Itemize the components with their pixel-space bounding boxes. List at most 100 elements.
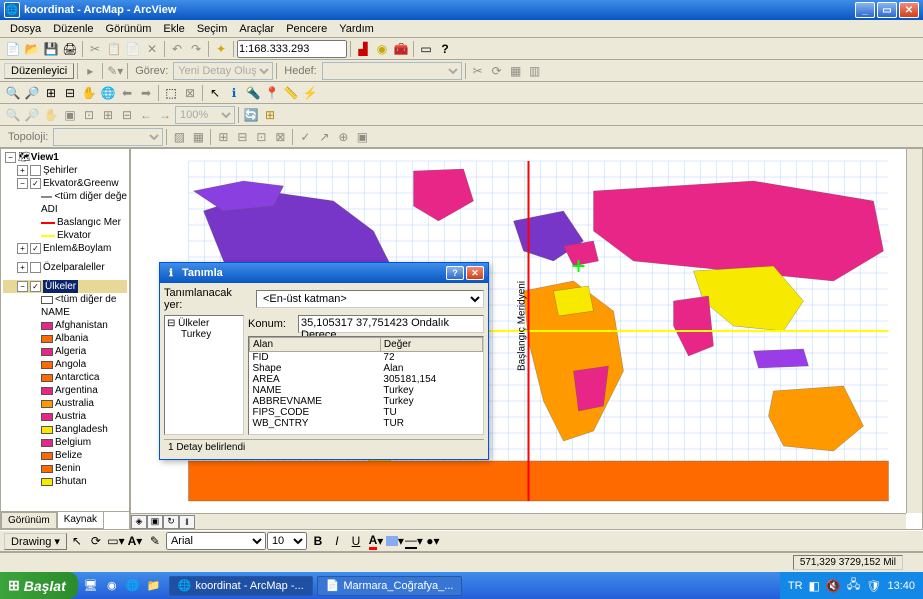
ql-icon[interactable]: 🌐 [124,577,142,595]
identify-tree[interactable]: ⊟ Ülkeler Turkey [164,315,244,435]
menu-help[interactable]: Yardım [333,22,380,36]
layout-pan[interactable]: ✋ [42,106,60,124]
identify-dialog-titlebar[interactable]: ℹ Tanımla ? ✕ [160,263,488,283]
arctoolbox-button[interactable]: 🧰 [392,40,410,58]
toc-sym[interactable]: Belize [3,449,127,462]
fill-color-button[interactable]: ▾ [386,532,404,550]
layout-fixed-out[interactable]: ⊟ [118,106,136,124]
clock[interactable]: 13:40 [887,580,915,592]
topo-btn-1[interactable]: ▨ [170,128,188,146]
identify-grid[interactable]: AlanDeğer FID72 ShapeAlan AREA305181,154… [248,336,484,435]
menu-window[interactable]: Pencere [280,22,333,36]
toc-sym[interactable]: Bangladesh [3,423,127,436]
toc-layer-sehirler[interactable]: + Şehirler [3,164,127,177]
tab-display[interactable]: Görünüm [1,512,57,529]
ql-icon[interactable]: 📁 [145,577,163,595]
toc-sym[interactable]: <tüm diğer de [3,293,127,306]
clear-selection-button[interactable]: ⊠ [181,84,199,102]
open-button[interactable]: 📂 [23,40,41,58]
measure-button[interactable]: 📏 [282,84,300,102]
cut-button[interactable]: ✂ [86,40,104,58]
delete-button[interactable]: ✕ [143,40,161,58]
split-button[interactable]: ✂ [469,62,487,80]
tray-icon[interactable]: ◧ [809,579,820,593]
toc-sym[interactable]: Australia [3,397,127,410]
identify-button[interactable]: ℹ [225,84,243,102]
identify-close-button[interactable]: ✕ [466,266,484,280]
toc-sym[interactable]: Antarctica [3,371,127,384]
full-extent-button[interactable]: 🌐 [99,84,117,102]
rotate-tool[interactable]: ⟳ [87,532,105,550]
menu-tools[interactable]: Araçlar [233,22,280,36]
redo-button[interactable]: ↷ [187,40,205,58]
system-tray[interactable]: TR ◧ 🔇 🖧 🛡 13:40 [780,572,923,599]
sketch-props-button[interactable]: ▥ [526,62,544,80]
topo-btn-8[interactable]: ↗ [315,128,333,146]
layout-fixed-in[interactable]: ⊞ [99,106,117,124]
task-combo[interactable]: Yeni Detay Oluştur [173,62,273,80]
go-to-xy-button[interactable]: 📍 [263,84,281,102]
attributes-button[interactable]: ▦ [507,62,525,80]
italic-button[interactable]: I [328,532,346,550]
editor-label[interactable]: Düzenleyici [4,63,74,79]
edit-vertices-tool[interactable]: ✎ [146,532,164,550]
size-combo[interactable]: 10 [267,532,307,550]
data-frame-button[interactable]: ⊞ [261,106,279,124]
rectangle-tool[interactable]: ▭▾ [107,532,125,550]
scale-input[interactable] [237,40,347,58]
pan-button[interactable]: ✋ [80,84,98,102]
identify-help-button[interactable]: ? [446,266,464,280]
line-color-button[interactable]: —▾ [405,532,423,550]
new-button[interactable]: 📄 [4,40,22,58]
layout-100[interactable]: ⊡ [80,106,98,124]
target-combo[interactable] [322,62,462,80]
data-view-button[interactable]: ◈ [131,515,147,529]
sketch-tool[interactable]: ✎▾ [106,62,124,80]
close-button[interactable]: ✕ [899,2,919,18]
fixed-zoom-in-button[interactable]: ⊞ [42,84,60,102]
taskbar-item-marmara[interactable]: 📄 Marmara_Coğrafya_... [317,576,463,596]
minimize-button[interactable]: _ [855,2,875,18]
layout-view-button[interactable]: ▣ [147,515,163,529]
help-button[interactable]: ? [436,40,454,58]
layout-prev[interactable]: ← [137,106,155,124]
menu-insert[interactable]: Ekle [157,22,190,36]
topo-btn-3[interactable]: ⊞ [214,128,232,146]
maximize-button[interactable]: ▭ [877,2,897,18]
toc-sym[interactable]: Angola [3,358,127,371]
hyperlink-button[interactable]: ⚡ [301,84,319,102]
toc-sym[interactable]: Baslangıc Mer [3,216,127,229]
tray-icon[interactable]: 🔇 [826,579,841,593]
zoom-out-button[interactable]: 🔎 [23,84,41,102]
vertical-scrollbar[interactable] [906,149,922,513]
menu-edit[interactable]: Düzenle [47,22,99,36]
layout-extent[interactable]: ▣ [61,106,79,124]
find-button[interactable]: 🔦 [244,84,262,102]
toc-layer-ozel[interactable]: + Özelparaleller [3,261,127,274]
copy-button[interactable]: 📋 [105,40,123,58]
topo-btn-9[interactable]: ⊕ [334,128,352,146]
identify-layer-combo[interactable]: <En-üst katman> [256,290,484,308]
toc-sym[interactable]: Argentina [3,384,127,397]
menu-file[interactable]: Dosya [4,22,47,36]
layout-zoom-in[interactable]: 🔍 [4,106,22,124]
toc-body[interactable]: −🗺 View1 + Şehirler −✓ Ekvator&Greenw <t… [1,149,129,511]
layout-next[interactable]: → [156,106,174,124]
font-combo[interactable]: Arial [166,532,266,550]
start-button[interactable]: Başlat [0,572,78,599]
prev-extent-button[interactable]: ⬅ [118,84,136,102]
topo-btn-5[interactable]: ⊡ [252,128,270,146]
toc-sym[interactable]: Benin [3,462,127,475]
topology-combo[interactable] [53,128,163,146]
show-desktop-icon[interactable]: 🖥 [82,577,100,595]
menu-selection[interactable]: Seçim [191,22,234,36]
toc-sym[interactable]: Afghanistan [3,319,127,332]
rotate-button[interactable]: ⟳ [488,62,506,80]
topo-btn-2[interactable]: ▦ [189,128,207,146]
command-line-button[interactable]: ▭ [417,40,435,58]
bold-button[interactable]: B [309,532,327,550]
identify-tree-item[interactable]: Turkey [167,329,241,340]
menu-view[interactable]: Görünüm [100,22,158,36]
toggle-draft-button[interactable]: 🔄 [242,106,260,124]
toc-layer-ekvator[interactable]: −✓ Ekvator&Greenw [3,177,127,190]
